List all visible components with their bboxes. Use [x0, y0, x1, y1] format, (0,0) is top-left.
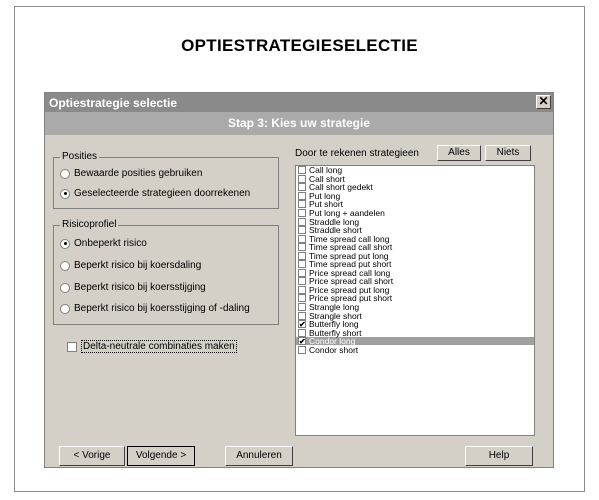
strategy-checkbox[interactable]	[298, 268, 306, 277]
help-button[interactable]: Help	[465, 446, 533, 466]
strategy-checkbox[interactable]	[298, 260, 306, 269]
strategy-label: Time spread call short	[309, 242, 393, 253]
strategy-dialog: Optiestrategie selectie ✕ Stap 3: Kies u…	[44, 92, 554, 468]
posities-legend: Posities	[60, 151, 100, 162]
strategy-checkbox[interactable]	[298, 277, 306, 286]
close-icon[interactable]: ✕	[536, 95, 551, 109]
strategy-checkbox[interactable]	[298, 209, 306, 217]
strategy-checkbox[interactable]	[298, 345, 306, 354]
strategy-checkbox[interactable]	[298, 243, 306, 252]
strategy-checkbox[interactable]	[298, 311, 306, 320]
strategy-checkbox[interactable]	[298, 251, 306, 260]
select-all-button[interactable]: Alles	[437, 145, 481, 161]
radio-button[interactable]	[60, 188, 70, 199]
list-item[interactable]: Put long + aandelen	[296, 209, 534, 218]
radio-beperkt-stijging-daling[interactable]: Beperkt risico bij koersstijging of -dal…	[60, 303, 250, 314]
strategy-checkbox[interactable]	[298, 234, 306, 243]
dialog-titlebar[interactable]: Optiestrategie selectie ✕	[45, 93, 553, 112]
radio-bewaarde-posities[interactable]: Bewaarde posities gebruiken	[60, 168, 202, 179]
strategy-label: Straddle short	[309, 225, 362, 236]
radio-button[interactable]	[60, 303, 70, 314]
strategy-checkbox[interactable]	[298, 191, 306, 200]
radio-beperkt-koersdaling[interactable]: Beperkt risico bij koersdaling	[60, 260, 201, 271]
strategies-list[interactable]: Call long Call short Call short gedekt Put …	[295, 165, 535, 436]
cancel-button[interactable]: Annuleren	[225, 446, 293, 466]
delta-neutral-label: Delta-neutrale combinaties maken	[81, 340, 237, 353]
back-button[interactable]: < Vorige	[59, 446, 125, 466]
strategies-label: Door te rekenen strategieen	[295, 148, 419, 159]
page-title: OPTIESTRATEGIESELECTIE	[181, 36, 418, 55]
radio-onbeperkt-risico[interactable]: Onbeperkt risico	[60, 238, 147, 249]
strategy-label: Put long + aandelen	[309, 208, 385, 218]
radio-button[interactable]	[60, 282, 70, 293]
strategy-checkbox[interactable]	[298, 303, 306, 312]
strategy-checkbox[interactable]: ✔	[298, 337, 306, 346]
strategy-checkbox[interactable]: ✔	[298, 320, 306, 329]
strategy-checkbox[interactable]	[298, 294, 306, 303]
step-title: Stap 3: Kies uw strategie	[45, 112, 553, 135]
radio-button[interactable]	[60, 168, 70, 179]
risicoprofiel-group: Risicoprofiel Onbeperkt risico Beperkt r…	[53, 219, 279, 325]
strategy-checkbox[interactable]	[298, 217, 306, 226]
dialog-title: Optiestrategie selectie	[49, 96, 178, 110]
strategy-checkbox[interactable]	[298, 328, 306, 337]
strategy-checkbox[interactable]	[298, 166, 306, 175]
strategy-label: Condor short	[309, 344, 359, 355]
radio-label: Beperkt risico bij koersstijging	[74, 282, 206, 293]
strategy-label: Strangle long	[309, 302, 360, 313]
radio-beperkt-koersstijging[interactable]: Beperkt risico bij koersstijging	[60, 282, 206, 293]
radio-label: Onbeperkt risico	[74, 238, 147, 249]
strategy-label: Condor long	[309, 336, 356, 347]
strategy-checkbox[interactable]	[298, 226, 306, 235]
radio-button[interactable]	[60, 260, 70, 271]
list-item[interactable]: Condor short	[296, 345, 534, 354]
strategy-checkbox[interactable]	[298, 200, 306, 209]
risicoprofiel-legend: Risicoprofiel	[60, 219, 119, 230]
radio-label: Geselecteerde strategieen doorrekenen	[74, 188, 251, 199]
delta-neutral-checkbox[interactable]	[67, 341, 77, 352]
list-item[interactable]: Strangle long	[296, 303, 534, 312]
radio-label: Beperkt risico bij koersdaling	[74, 260, 202, 271]
radio-button[interactable]	[60, 238, 70, 249]
strategy-checkbox[interactable]	[298, 285, 306, 294]
delta-neutral-checkbox-row[interactable]: Delta-neutrale combinaties maken	[67, 340, 237, 353]
select-none-button[interactable]: Niets	[485, 145, 531, 161]
radio-label: Beperkt risico bij koersstijging of -dal…	[74, 303, 250, 314]
posities-group: Posities Bewaarde posities gebruiken Ges…	[53, 151, 279, 209]
radio-label: Bewaarde posities gebruiken	[74, 168, 203, 179]
next-button[interactable]: Volgende >	[127, 446, 195, 466]
strategy-checkbox[interactable]	[298, 183, 306, 192]
radio-geselecteerde-strategieen[interactable]: Geselecteerde strategieen doorrekenen	[60, 188, 250, 199]
strategy-checkbox[interactable]	[298, 174, 306, 183]
strategy-label: Butterfly long	[309, 319, 359, 330]
